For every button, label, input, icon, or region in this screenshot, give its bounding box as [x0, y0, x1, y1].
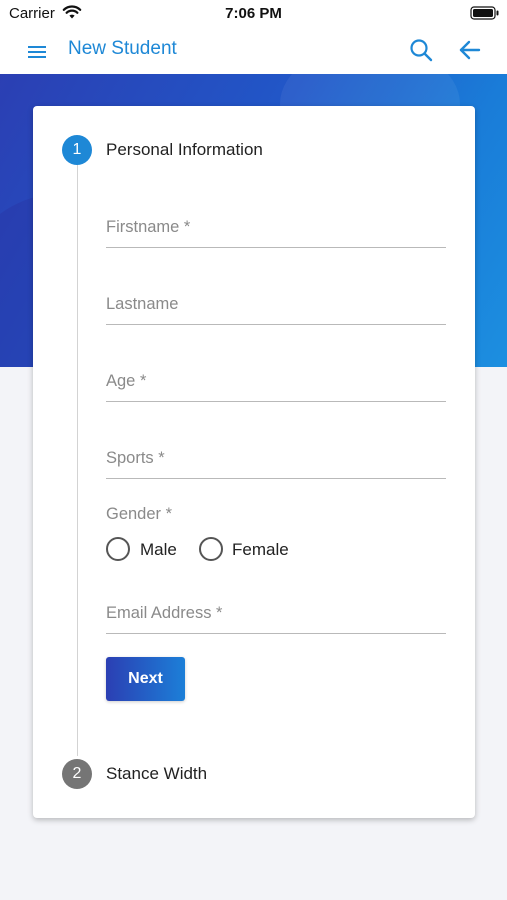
form-card: 1 Personal Information Firstname * Lastn… [33, 106, 475, 818]
gender-female-label[interactable]: Female [232, 540, 289, 560]
gender-male-label[interactable]: Male [140, 540, 177, 560]
step-2-indicator[interactable]: 2 [62, 759, 92, 789]
gender-label: Gender * [106, 505, 173, 523]
hamburger-menu-icon[interactable] [26, 42, 50, 62]
clock: 7:06 PM [225, 5, 282, 22]
age-placeholder: Age * [106, 372, 147, 390]
firstname-field[interactable]: Firstname * [106, 208, 446, 248]
search-icon[interactable] [408, 37, 434, 63]
sports-placeholder: Sports * [106, 449, 165, 467]
sports-field[interactable]: Sports * [106, 439, 446, 479]
lastname-field[interactable]: Lastname [106, 285, 446, 325]
lastname-placeholder: Lastname [106, 295, 179, 313]
status-bar: Carrier 7:06 PM [0, 0, 507, 28]
gender-female-radio[interactable] [199, 537, 223, 561]
arrow-left-icon[interactable] [457, 37, 483, 63]
next-button[interactable]: Next [106, 657, 185, 701]
firstname-placeholder: Firstname * [106, 218, 191, 236]
step-1-label[interactable]: Personal Information [106, 140, 263, 160]
step-2-label[interactable]: Stance Width [106, 764, 207, 784]
page-title: New Student [68, 38, 177, 59]
email-placeholder: Email Address * [106, 604, 223, 622]
battery-icon [470, 6, 500, 25]
app-header: New Student [0, 28, 507, 74]
stepper-connector [77, 164, 78, 756]
email-field[interactable]: Email Address * [106, 594, 446, 634]
step-1-indicator[interactable]: 1 [62, 135, 92, 165]
age-field[interactable]: Age * [106, 362, 446, 402]
gender-male-radio[interactable] [106, 537, 130, 561]
